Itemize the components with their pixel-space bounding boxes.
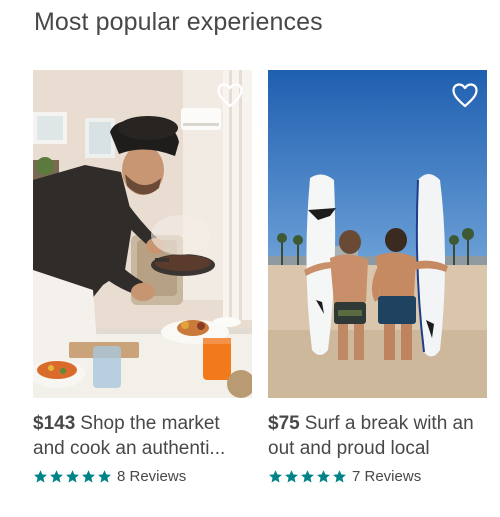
save-heart-button[interactable] xyxy=(451,82,479,108)
surfers-beach-photo xyxy=(268,70,487,398)
experience-photo[interactable] xyxy=(268,70,487,398)
star-icon xyxy=(268,469,283,484)
star-icon xyxy=(316,469,331,484)
rating-row: 8 Reviews xyxy=(33,467,252,485)
star-rating xyxy=(268,469,347,484)
review-count[interactable]: 8 Reviews xyxy=(117,468,186,485)
experience-caption[interactable]: $143 Shop the market and cook an authenti… xyxy=(33,411,252,461)
experience-card[interactable]: $143 Shop the market and cook an authenti… xyxy=(33,70,252,485)
star-icon xyxy=(65,469,80,484)
save-heart-button[interactable] xyxy=(216,82,244,108)
star-rating xyxy=(33,469,112,484)
star-icon xyxy=(97,469,112,484)
section-title: Most popular experiences xyxy=(34,8,323,36)
rating-row: 7 Reviews xyxy=(268,467,487,485)
experience-price: $143 xyxy=(33,413,76,434)
star-icon xyxy=(33,469,48,484)
star-icon xyxy=(300,469,315,484)
star-icon xyxy=(332,469,347,484)
star-icon xyxy=(49,469,64,484)
experience-photo[interactable] xyxy=(33,70,252,398)
review-count[interactable]: 7 Reviews xyxy=(352,468,421,485)
star-icon xyxy=(284,469,299,484)
heart-outline-icon xyxy=(452,83,478,108)
experience-caption[interactable]: $75 Surf a break with an out and proud lo… xyxy=(268,411,487,461)
experience-card[interactable]: $75 Surf a break with an out and proud lo… xyxy=(268,70,487,485)
chef-cooking-photo xyxy=(33,70,252,398)
experience-price: $75 xyxy=(268,413,300,434)
heart-outline-icon xyxy=(217,83,243,108)
star-icon xyxy=(81,469,96,484)
